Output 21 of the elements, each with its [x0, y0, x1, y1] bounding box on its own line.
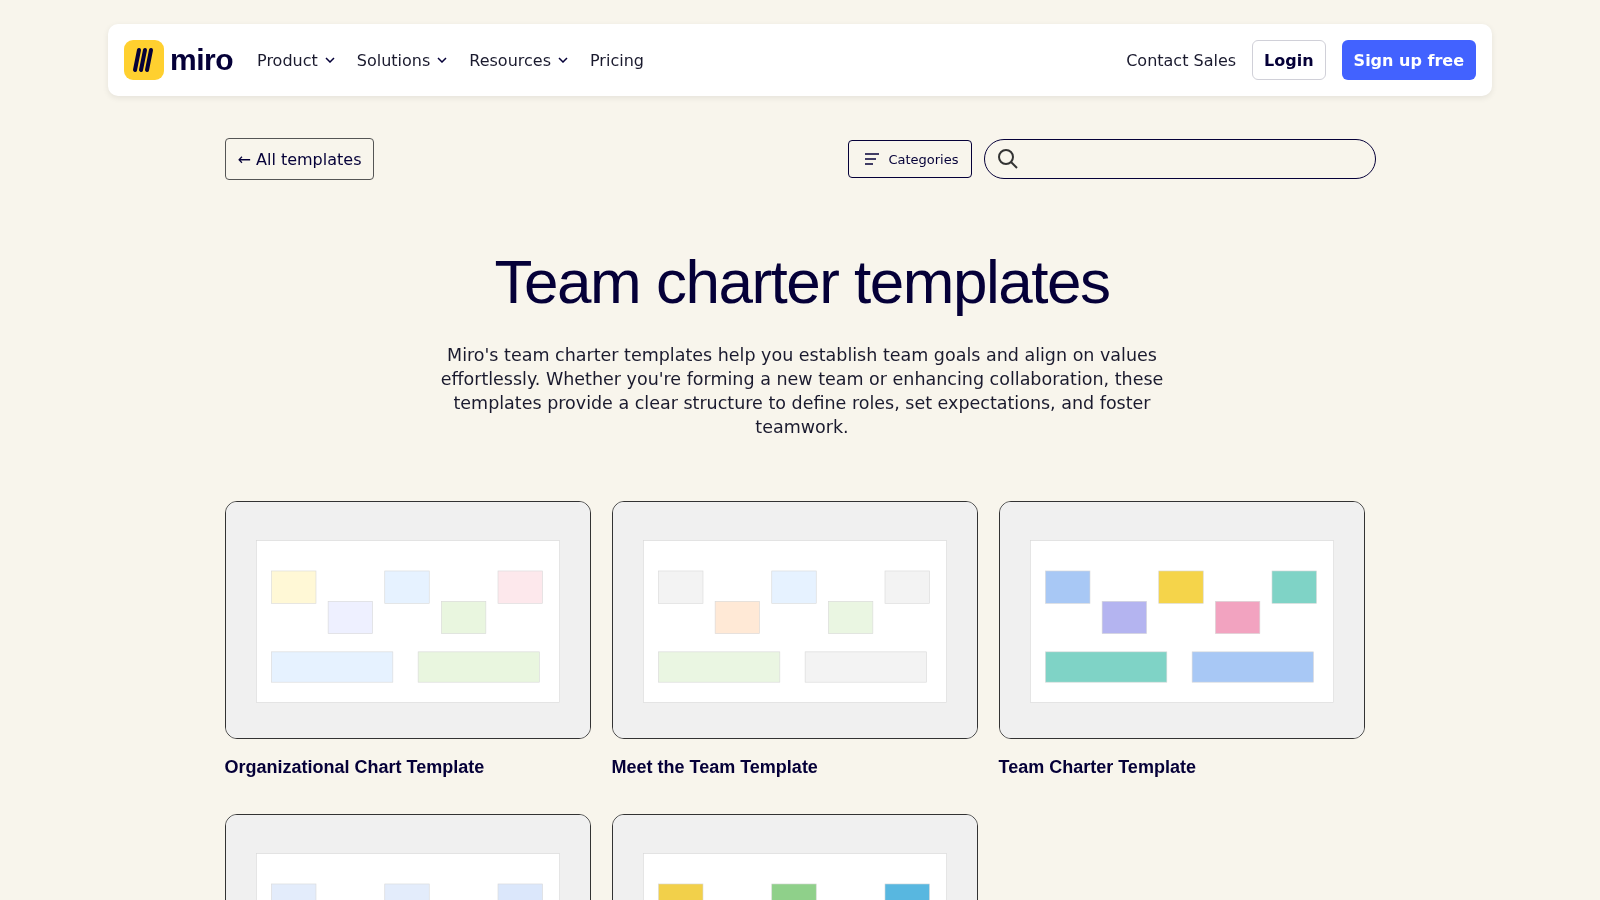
- nav-link[interactable]: Pricing: [590, 50, 644, 70]
- logo-icon[interactable]: [124, 40, 164, 80]
- nav-link[interactable]: Product: [257, 50, 335, 70]
- categories-button[interactable]: Categories: [848, 140, 972, 178]
- template-title[interactable]: Meet the Team Template: [611, 757, 978, 778]
- sign-up-button[interactable]: Sign up free: [1341, 40, 1476, 80]
- chevron-down-icon: [437, 57, 448, 63]
- nav-link[interactable]: Resources: [469, 50, 568, 70]
- all-templates-button[interactable]: ← All templates: [224, 138, 375, 180]
- chevron-down-icon: [558, 57, 568, 63]
- search-icon: [996, 148, 1019, 170]
- login-button[interactable]: Login: [1252, 40, 1326, 80]
- page-description: Miro's team charter templates help you establish team goals and align on values effortlessly. Whether you're forming a new team or enhancing collaboration, these templates provide a clear structure to define roles, set expectations, and foster teamwork.: [439, 344, 1165, 439]
- nav-link[interactable]: Solutions: [356, 50, 448, 70]
- menu-icon: [864, 153, 881, 165]
- template-title[interactable]: Team Charter Template: [998, 757, 1365, 778]
- logo-wordmark[interactable]: miro: [170, 43, 233, 77]
- chevron-down-icon: [324, 57, 335, 63]
- template-title[interactable]: Organizational Chart Template: [224, 757, 591, 778]
- page-title: Team charter templates: [493, 246, 1111, 317]
- contact-sales-link[interactable]: Contact Sales: [1126, 50, 1237, 70]
